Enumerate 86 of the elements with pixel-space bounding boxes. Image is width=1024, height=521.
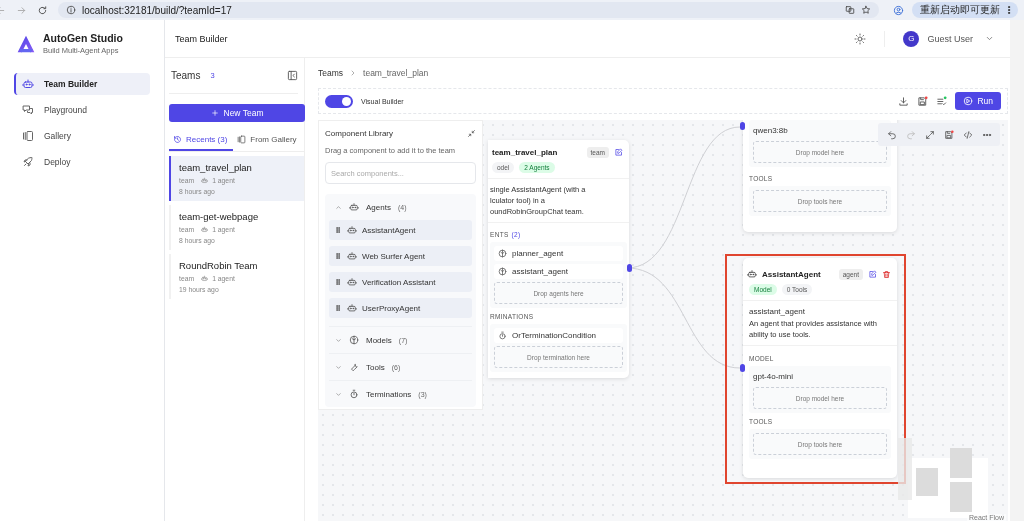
download-icon[interactable]	[898, 95, 910, 107]
sun-icon[interactable]	[854, 32, 867, 45]
tab[interactable]: Recents (3)	[169, 130, 234, 151]
component-item[interactable]: UserProxyAgent	[329, 298, 472, 318]
nav-item[interactable]: Deploy	[14, 151, 150, 173]
tab[interactable]: From Gallery	[233, 130, 303, 151]
team-node[interactable]	[488, 140, 629, 378]
drag-handle-icon	[334, 278, 342, 286]
reload-icon[interactable]	[37, 4, 48, 16]
timer-icon	[498, 331, 507, 340]
gallery-icon	[237, 135, 247, 144]
nav-item[interactable]: Team Builder	[14, 73, 150, 95]
node-title: AssistantAgent	[762, 269, 821, 279]
robot-icon	[22, 78, 34, 90]
new-team-button[interactable]: New Team	[169, 104, 305, 122]
run-button[interactable]: Run	[955, 92, 1001, 110]
node-title: team_travel_plan	[492, 147, 558, 157]
rocket-icon	[22, 156, 34, 168]
edit-icon[interactable]	[868, 269, 877, 279]
chevron-down-icon	[985, 34, 994, 43]
save-icon[interactable]	[943, 129, 954, 140]
collapse-panel-icon[interactable]	[287, 70, 298, 81]
robot-icon	[347, 277, 357, 287]
model-name: gpt-4o-mini	[753, 371, 794, 383]
app-title: AutoGen Studio	[43, 32, 123, 44]
wrench-icon	[349, 362, 359, 372]
undo-icon[interactable]	[886, 129, 897, 140]
nav-item[interactable]: Playground	[14, 99, 150, 121]
chevron-up-icon	[335, 203, 342, 211]
user-menu[interactable]: G Guest User	[903, 30, 994, 47]
avatar: G	[903, 30, 920, 47]
robot-icon	[347, 251, 357, 261]
address-text[interactable]: localhost:32181/build/?teamId=17	[82, 4, 232, 16]
toggle-switch[interactable]	[325, 94, 353, 108]
model-icon	[349, 335, 359, 345]
breadcrumb-link[interactable]: Teams	[318, 68, 344, 78]
robot-icon	[201, 275, 209, 282]
breadcrumb-link[interactable]: team_travel_plan	[363, 68, 429, 78]
chevron-down-icon	[335, 363, 342, 371]
list-icon[interactable]	[936, 95, 948, 107]
drag-handle-icon	[334, 226, 342, 234]
robot-icon	[747, 269, 757, 279]
profile-icon[interactable]	[893, 4, 904, 16]
component-item[interactable]: Verification Assistant	[329, 272, 472, 292]
nav-item[interactable]: Gallery	[14, 125, 150, 147]
agent-name: assistant_agent	[749, 306, 807, 317]
chevron-down-icon	[335, 336, 342, 344]
robot-icon	[347, 303, 357, 313]
drag-handle-icon	[334, 252, 342, 260]
translate-icon[interactable]	[845, 5, 855, 15]
drag-handle-icon	[334, 304, 342, 312]
code-icon[interactable]	[962, 129, 973, 140]
termination-row[interactable]: OrTerminationCondition	[494, 328, 623, 343]
edit-icon[interactable]	[614, 147, 623, 157]
component-item[interactable]: Web Surfer Agent	[329, 246, 472, 266]
delete-icon[interactable]	[882, 269, 891, 279]
agent-row[interactable]: assistant_agent	[494, 264, 623, 279]
star-icon[interactable]	[861, 5, 871, 15]
info-icon[interactable]	[66, 5, 76, 15]
agent-icon	[498, 249, 507, 258]
model-name: qwen3:8b	[753, 125, 789, 137]
save-icon[interactable]	[917, 95, 929, 107]
robot-icon	[347, 225, 357, 235]
panel-title: Teams	[171, 70, 201, 81]
user-name: Guest User	[927, 33, 973, 44]
robot-icon	[349, 202, 359, 212]
page-title: Team Builder	[175, 33, 228, 44]
history-icon	[173, 135, 182, 144]
robot-icon	[201, 226, 209, 233]
expand-icon[interactable]	[924, 129, 935, 140]
play-icon	[963, 96, 974, 106]
update-button[interactable]: 重新启动即可更新	[912, 2, 1018, 18]
panel-title: Component Library	[325, 128, 394, 138]
connection-handle[interactable]	[740, 122, 745, 130]
timer-icon	[349, 389, 359, 399]
chevron-down-icon	[335, 390, 342, 398]
connection-handle[interactable]	[627, 264, 632, 272]
agent-icon	[498, 267, 507, 276]
agent-row[interactable]: planner_agent	[494, 246, 623, 261]
minimize-icon[interactable]	[467, 128, 476, 138]
plus-icon	[210, 109, 219, 117]
robot-icon	[201, 177, 209, 184]
component-item[interactable]: AssistantAgent	[329, 220, 472, 240]
chat-icon	[22, 104, 34, 116]
connection-handle[interactable]	[740, 364, 745, 372]
gallery-icon	[22, 130, 34, 142]
